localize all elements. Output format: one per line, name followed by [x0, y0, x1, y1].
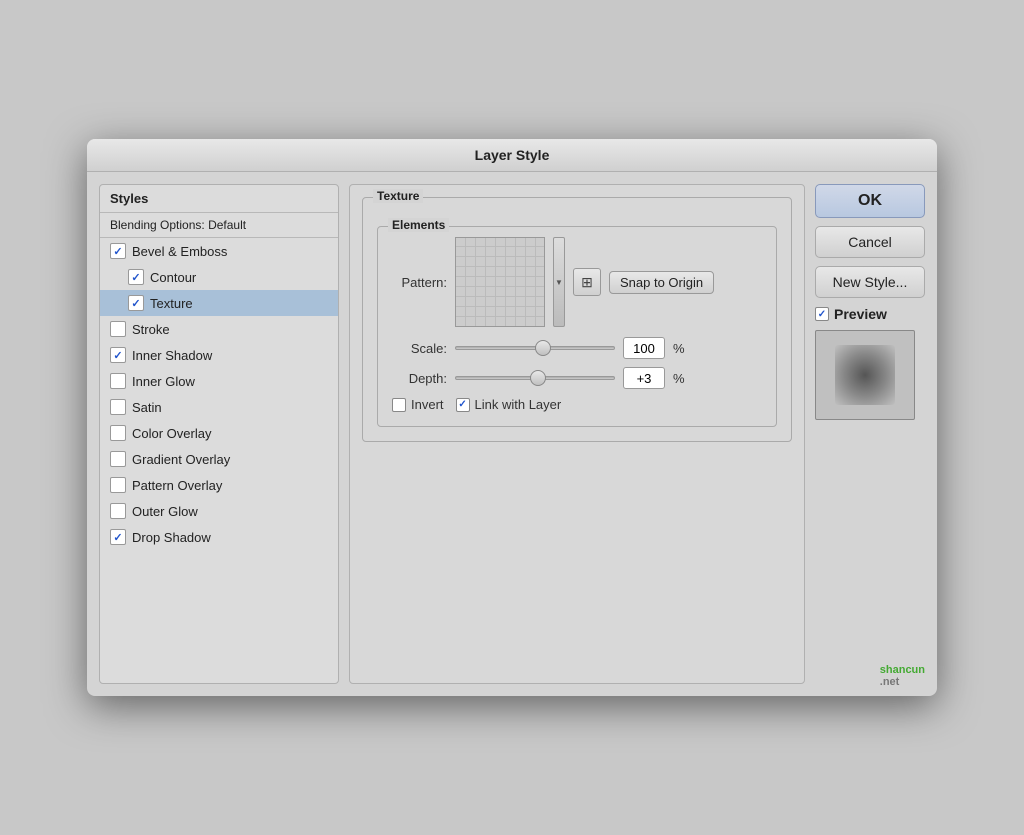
- sidebar-item-inner-shadow[interactable]: Inner Shadow: [100, 342, 338, 368]
- label-inner-glow: Inner Glow: [132, 374, 195, 389]
- left-panel: Styles Blending Options: Default Bevel &…: [99, 184, 339, 684]
- dialog-title: Layer Style: [87, 139, 937, 172]
- sidebar-item-drop-shadow[interactable]: Drop Shadow: [100, 524, 338, 550]
- ok-button[interactable]: OK: [815, 184, 925, 218]
- cancel-button[interactable]: Cancel: [815, 226, 925, 258]
- label-bevel-emboss: Bevel & Emboss: [132, 244, 227, 259]
- scale-row: Scale: %: [392, 337, 762, 359]
- checkbox-inner-shadow[interactable]: [110, 347, 126, 363]
- label-gradient-overlay: Gradient Overlay: [132, 452, 230, 467]
- preview-row: Preview: [815, 306, 925, 322]
- new-style-button[interactable]: New Style...: [815, 266, 925, 298]
- sidebar-item-contour[interactable]: Contour: [100, 264, 338, 290]
- depth-input[interactable]: [623, 367, 665, 389]
- watermark-text-green: shancun: [880, 664, 925, 676]
- sidebar-item-color-overlay[interactable]: Color Overlay: [100, 420, 338, 446]
- depth-thumb[interactable]: [530, 370, 546, 386]
- checkbox-color-overlay[interactable]: [110, 425, 126, 441]
- scale-thumb[interactable]: [535, 340, 551, 356]
- label-drop-shadow: Drop Shadow: [132, 530, 211, 545]
- sidebar-item-bevel-emboss[interactable]: Bevel & Emboss: [100, 238, 338, 264]
- right-panel: OK Cancel New Style... Preview: [815, 184, 925, 684]
- depth-label: Depth:: [392, 371, 447, 386]
- checkbox-bevel-emboss[interactable]: [110, 243, 126, 259]
- scale-label: Scale:: [392, 341, 447, 356]
- label-color-overlay: Color Overlay: [132, 426, 211, 441]
- sidebar-item-outer-glow[interactable]: Outer Glow: [100, 498, 338, 524]
- depth-row: Depth: %: [392, 367, 762, 389]
- pattern-icon-button[interactable]: ⊞: [573, 268, 601, 296]
- checkbox-inner-glow[interactable]: [110, 373, 126, 389]
- preview-image: [835, 345, 895, 405]
- texture-group: Texture Elements Pattern: ▼ ⊞ Snap to Or…: [362, 197, 792, 442]
- label-satin: Satin: [132, 400, 162, 415]
- link-with-layer-checkbox[interactable]: [456, 398, 470, 412]
- main-panel: Texture Elements Pattern: ▼ ⊞ Snap to Or…: [349, 184, 805, 684]
- depth-unit: %: [673, 371, 685, 386]
- sidebar-item-stroke[interactable]: Stroke: [100, 316, 338, 342]
- preview-checkbox[interactable]: [815, 307, 829, 321]
- sidebar-item-inner-glow[interactable]: Inner Glow: [100, 368, 338, 394]
- texture-legend: Texture: [373, 189, 423, 203]
- label-stroke: Stroke: [132, 322, 170, 337]
- preview-label-text: Preview: [834, 306, 887, 322]
- invert-checkbox[interactable]: [392, 398, 406, 412]
- pattern-row: Pattern: ▼ ⊞ Snap to Origin: [392, 237, 762, 327]
- label-texture: Texture: [150, 296, 193, 311]
- invert-checkbox-label[interactable]: Invert: [392, 397, 444, 412]
- checkbox-pattern-overlay[interactable]: [110, 477, 126, 493]
- blending-options-label: Blending Options: Default: [100, 213, 338, 238]
- label-outer-glow: Outer Glow: [132, 504, 198, 519]
- checkbox-gradient-overlay[interactable]: [110, 451, 126, 467]
- checkbox-drop-shadow[interactable]: [110, 529, 126, 545]
- depth-slider[interactable]: [455, 376, 615, 380]
- scale-slider[interactable]: [455, 346, 615, 350]
- checkbox-row: Invert Link with Layer: [392, 397, 762, 412]
- sidebar-item-gradient-overlay[interactable]: Gradient Overlay: [100, 446, 338, 472]
- label-contour: Contour: [150, 270, 196, 285]
- link-label: Link with Layer: [475, 397, 562, 412]
- elements-group: Elements Pattern: ▼ ⊞ Snap to Origin Sca…: [377, 226, 777, 427]
- scale-input[interactable]: [623, 337, 665, 359]
- layer-style-dialog: Layer Style Styles Blending Options: Def…: [87, 139, 937, 696]
- sidebar-item-pattern-overlay[interactable]: Pattern Overlay: [100, 472, 338, 498]
- sidebar-item-texture[interactable]: Texture: [100, 290, 338, 316]
- sidebar-item-satin[interactable]: Satin: [100, 394, 338, 420]
- pattern-label: Pattern:: [392, 275, 447, 290]
- snap-to-origin-button[interactable]: Snap to Origin: [609, 271, 714, 294]
- preview-thumbnail: [815, 330, 915, 420]
- pattern-dropdown-arrow[interactable]: ▼: [553, 237, 565, 327]
- watermark-text-gray: .net: [880, 676, 900, 688]
- scale-unit: %: [673, 341, 685, 356]
- elements-legend: Elements: [388, 218, 449, 232]
- checkbox-texture[interactable]: [128, 295, 144, 311]
- checkbox-outer-glow[interactable]: [110, 503, 126, 519]
- label-pattern-overlay: Pattern Overlay: [132, 478, 222, 493]
- invert-label: Invert: [411, 397, 444, 412]
- checkbox-satin[interactable]: [110, 399, 126, 415]
- pattern-preview[interactable]: [455, 237, 545, 327]
- styles-header: Styles: [100, 185, 338, 213]
- link-with-layer-checkbox-label[interactable]: Link with Layer: [456, 397, 562, 412]
- watermark: shancun .net: [880, 664, 925, 688]
- checkbox-stroke[interactable]: [110, 321, 126, 337]
- checkbox-contour[interactable]: [128, 269, 144, 285]
- label-inner-shadow: Inner Shadow: [132, 348, 212, 363]
